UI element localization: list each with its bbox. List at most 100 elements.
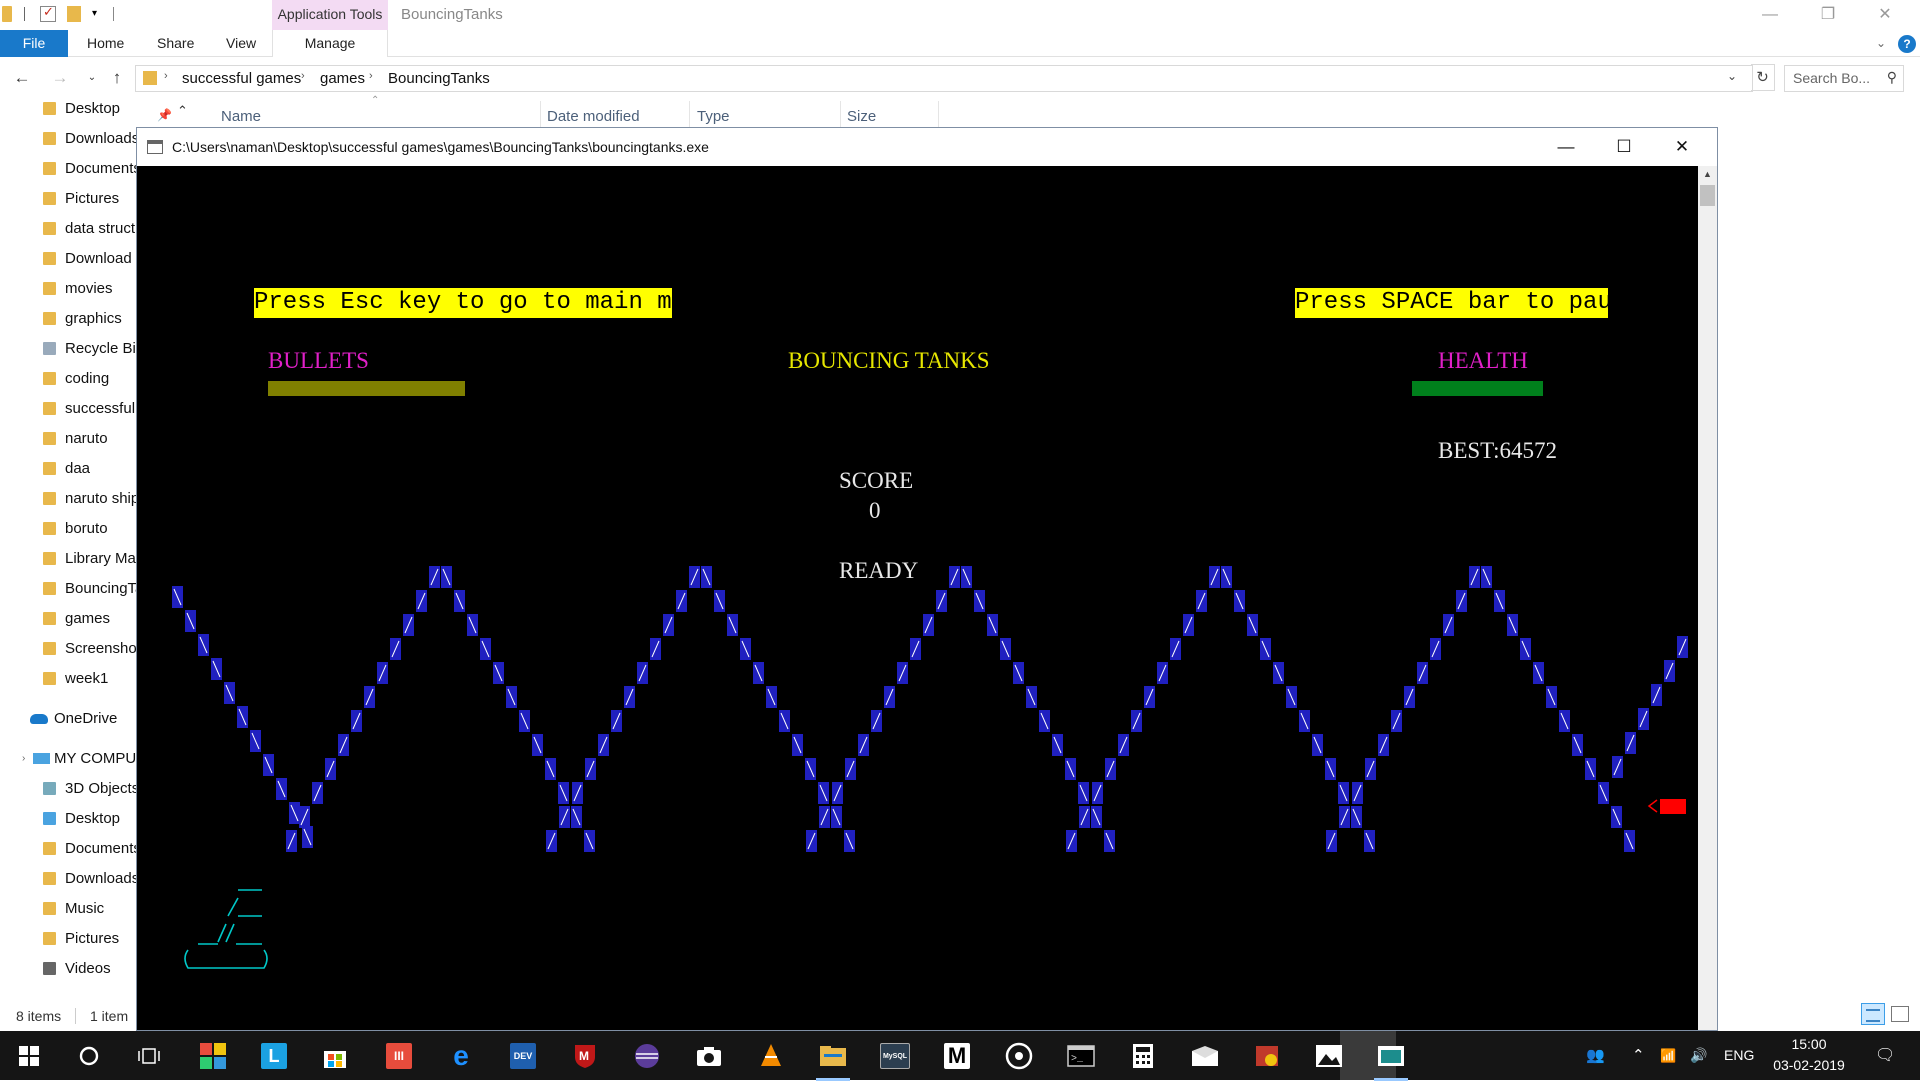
forward-arrow-icon[interactable]: →: [50, 67, 70, 89]
vertical-scrollbar[interactable]: ▲: [1698, 166, 1717, 1030]
tab-file[interactable]: File: [0, 30, 68, 57]
nav-item-boruto[interactable]: boruto: [0, 517, 137, 541]
nav-item-movies[interactable]: movies: [0, 277, 137, 301]
pin-icon[interactable]: 📌: [157, 108, 172, 122]
nav-item-daa[interactable]: daa: [0, 457, 137, 481]
eclipse-icon[interactable]: [630, 1039, 664, 1073]
game-canvas[interactable]: Press Esc key to go to main menu Press S…: [137, 166, 1698, 1030]
close-button[interactable]: ✕: [1653, 128, 1711, 166]
dev-cpp-icon[interactable]: DEV: [506, 1039, 540, 1073]
calculator-icon[interactable]: [1126, 1039, 1160, 1073]
nav-item-pc-desktop[interactable]: Desktop: [0, 807, 137, 831]
minimize-button[interactable]: —: [1747, 2, 1793, 28]
restore-button[interactable]: ❐: [1805, 2, 1851, 28]
nav-item-week1[interactable]: week1: [0, 667, 137, 691]
l-app-icon[interactable]: L: [257, 1039, 291, 1073]
chevron-up-icon[interactable]: ⌃: [1632, 1031, 1645, 1080]
nav-item-desktop[interactable]: Desktop: [0, 97, 137, 121]
column-name[interactable]: Name: [221, 108, 261, 125]
mysql-console-icon[interactable]: MySQL: [878, 1039, 912, 1073]
store-bag-icon[interactable]: [318, 1039, 352, 1073]
nav-item-pc-documents[interactable]: Documents: [0, 837, 137, 861]
nav-item-downloads[interactable]: Downloads: [0, 127, 137, 151]
nav-item-games[interactable]: games: [0, 607, 137, 631]
people-icon[interactable]: 👥: [1586, 1031, 1605, 1080]
command-prompt-icon[interactable]: >_: [1064, 1039, 1098, 1073]
nav-item-screenshots[interactable]: Screenshot: [0, 637, 137, 661]
photos-icon[interactable]: [1312, 1039, 1346, 1073]
chevron-right-icon[interactable]: ›: [369, 70, 373, 82]
maximize-button[interactable]: ☐: [1595, 128, 1653, 166]
tab-view[interactable]: View: [226, 30, 256, 57]
edge-icon[interactable]: e: [444, 1039, 478, 1073]
nav-item-pc-pictures[interactable]: Pictures: [0, 927, 137, 951]
refresh-button[interactable]: ↻: [1751, 64, 1775, 91]
security-app-icon[interactable]: [1250, 1039, 1284, 1073]
scroll-up-icon[interactable]: ▲: [1698, 166, 1717, 183]
mail-icon[interactable]: [1188, 1039, 1222, 1073]
office-app-icon[interactable]: III: [382, 1039, 416, 1073]
clock-date[interactable]: 03-02-2019: [1764, 1057, 1854, 1073]
nav-item-library[interactable]: Library Ma: [0, 547, 137, 571]
nav-item-recycle-bin[interactable]: Recycle Bin: [0, 337, 137, 361]
expand-ribbon-icon[interactable]: ⌄: [1876, 30, 1886, 57]
breadcrumb-bouncingtanks[interactable]: BouncingTanks: [388, 70, 490, 87]
disc-app-icon[interactable]: [1002, 1039, 1036, 1073]
chevron-right-icon[interactable]: ›: [301, 70, 305, 82]
mcafee-icon[interactable]: M: [568, 1039, 602, 1073]
address-bar[interactable]: › successful games › games › BouncingTan…: [135, 65, 1753, 92]
details-view-button[interactable]: [1861, 1003, 1885, 1025]
tab-home[interactable]: Home: [87, 30, 124, 57]
vlc-icon[interactable]: [754, 1039, 788, 1073]
task-view-icon[interactable]: [132, 1039, 166, 1073]
volume-icon[interactable]: 🔊: [1690, 1031, 1707, 1080]
nav-item-naruto[interactable]: naruto: [0, 427, 137, 451]
active-console-icon[interactable]: [1374, 1039, 1408, 1081]
language-indicator[interactable]: ENG: [1724, 1031, 1754, 1080]
clock-time[interactable]: 15:00: [1764, 1036, 1854, 1052]
nav-item-bouncingtanks[interactable]: BouncingTa: [0, 577, 137, 601]
search-input[interactable]: Search Bo... ⚲: [1784, 65, 1904, 92]
up-arrow-icon[interactable]: ↑: [107, 67, 127, 89]
network-icon[interactable]: 📶: [1660, 1031, 1676, 1080]
new-folder-icon[interactable]: [67, 6, 81, 22]
minimize-button[interactable]: —: [1537, 128, 1595, 166]
nav-item-music[interactable]: Music: [0, 897, 137, 921]
back-arrow-icon[interactable]: ←: [12, 67, 32, 89]
close-button[interactable]: ✕: [1862, 2, 1908, 28]
nav-item-onedrive[interactable]: OneDrive: [0, 707, 137, 731]
scroll-thumb[interactable]: [1700, 185, 1715, 206]
column-type[interactable]: Type: [697, 108, 730, 125]
nav-item-videos[interactable]: Videos: [0, 957, 137, 981]
nav-item-pictures[interactable]: Pictures: [0, 187, 137, 211]
nav-item-data-struct[interactable]: data struct: [0, 217, 137, 241]
recent-locations-icon[interactable]: ⌄: [82, 67, 102, 89]
large-icons-view-button[interactable]: [1891, 1006, 1909, 1022]
windows-start-icon[interactable]: [12, 1039, 46, 1073]
nav-item-download[interactable]: Download: [0, 247, 137, 271]
quick-access-dropdown-icon[interactable]: ▾: [92, 8, 102, 24]
nav-item-coding[interactable]: coding: [0, 367, 137, 391]
notifications-icon[interactable]: 🗨: [1875, 1031, 1895, 1080]
nav-item-successful-games[interactable]: successful games: [0, 397, 137, 421]
tab-manage[interactable]: Manage: [272, 30, 388, 57]
nav-item-graphics[interactable]: graphics: [0, 307, 137, 331]
store-tiles-icon[interactable]: [196, 1039, 230, 1073]
help-icon[interactable]: ?: [1898, 35, 1916, 53]
column-size[interactable]: Size: [847, 108, 876, 125]
nav-item-pc-downloads[interactable]: Downloads: [0, 867, 137, 891]
nav-item-3d-objects[interactable]: 3D Objects: [0, 777, 137, 801]
file-explorer-icon[interactable]: [816, 1039, 850, 1081]
chevron-right-icon[interactable]: ›: [164, 70, 168, 82]
column-date-modified[interactable]: Date modified: [547, 108, 640, 125]
breadcrumb-successful-games[interactable]: successful games: [182, 70, 301, 87]
folder-icon[interactable]: [2, 6, 12, 22]
nav-item-my-computer[interactable]: › MY COMPUTER: [0, 747, 137, 771]
tab-share[interactable]: Share: [157, 30, 194, 57]
nav-item-documents[interactable]: Documents: [0, 157, 137, 181]
mingw-icon[interactable]: M: [940, 1039, 974, 1073]
chevron-down-icon[interactable]: ⌄: [1727, 69, 1737, 83]
collapse-icon[interactable]: ⌃: [177, 103, 188, 119]
chevron-right-icon[interactable]: ›: [22, 747, 25, 771]
properties-icon[interactable]: [40, 4, 56, 22]
